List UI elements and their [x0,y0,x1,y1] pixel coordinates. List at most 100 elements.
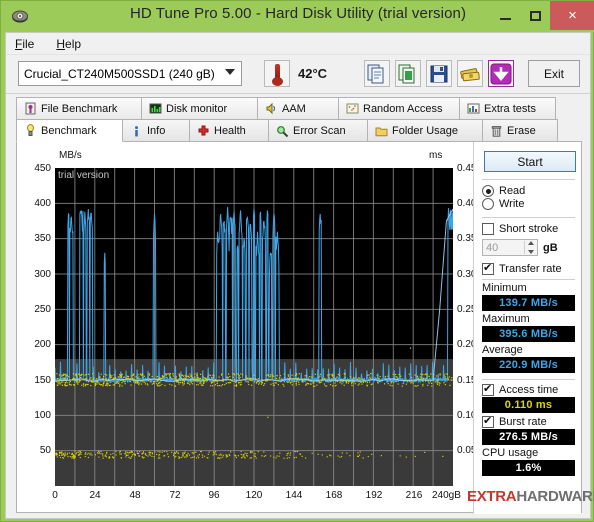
trial-watermark: trial version [58,170,110,181]
checkbox-transfer-rate-icon [482,261,494,275]
floppy-save-icon [430,65,448,83]
tab-erase[interactable]: Erase [482,119,558,142]
radio-write-label: Write [499,198,525,210]
short-stroke-row: 40 gB [482,239,575,256]
x-tick: 0 [52,490,58,501]
client-area: File Help Crucial_CT240M500SSD1 (240 gB)… [5,32,591,519]
y-tick-left: 450 [34,163,51,174]
tab-label: Extra tests [484,102,536,115]
tab-label: Health [214,125,246,137]
close-button[interactable]: × [550,1,594,30]
toolbar: Crucial_CT240M500SSD1 (240 gB) 42°C Exit [6,55,590,94]
x-tick: 48 [129,490,141,501]
maximum-value: 395.6 MB/s [482,326,575,342]
download-button[interactable] [488,60,514,87]
short-stroke-value: 40 [486,241,499,254]
burst-rate-value: 276.5 MB/s [482,429,575,445]
site-watermark: EXTRA HARDWARE [467,488,594,505]
radio-write-icon [482,198,494,210]
minimize-button[interactable] [490,1,520,30]
tab-folder-usage[interactable]: Folder Usage [367,119,483,142]
x-tick: 24 [89,490,101,501]
error-scan-icon [276,125,289,138]
tab-label: Random Access [363,102,443,115]
window-controls: × [490,1,594,32]
cpu-usage-value: 1.6% [482,460,575,476]
benchmark-icon [24,124,37,137]
burst-rate-label: Burst rate [499,416,547,428]
benchmark-panel: MB/s ms 450 400 350 300 250 200 150 100 … [16,141,582,514]
file-benchmark-icon [24,102,37,115]
tab-health[interactable]: Health [189,119,269,142]
short-stroke-label: Short stroke [499,223,559,235]
tab-disk-monitor[interactable]: Disk monitor [141,97,258,119]
y-tick-left: 250 [34,304,51,315]
x-tick: 216 [405,490,423,501]
plot-area: trial version [55,168,453,486]
benchmark-sidebar: Start Read Write Short stroke 40 gB ✔ Tr… [473,142,581,514]
tab-error-scan[interactable]: Error Scan [268,119,368,142]
maximum-label: Maximum [482,313,530,325]
watermark-part1: EXTRA [467,488,517,505]
menu-file[interactable]: File [15,37,34,51]
save-button[interactable] [426,60,452,87]
transfer-rate-label: Transfer rate [499,263,562,275]
short-stroke-unit: gB [543,241,558,254]
tab-strip-upper: File Benchmark Disk monitor AAM Random A… [16,97,582,119]
tab-info[interactable]: Info [122,119,190,142]
tab-label: Disk monitor [166,102,228,115]
divider [482,379,575,380]
money-button[interactable] [457,60,483,87]
extra-tests-icon [467,102,480,115]
radio-read[interactable]: Read [482,185,575,197]
x-tick: 144 [285,490,303,501]
copy-excel-button[interactable] [395,60,421,87]
checkbox-transfer-rate[interactable]: Transfer rate [482,261,575,275]
copy-button[interactable] [364,60,390,87]
menu-bar: File Help [6,33,590,55]
y-tick-left: 200 [34,339,51,350]
exit-button[interactable]: Exit [528,60,580,87]
x-tick: 192 [365,490,383,501]
y-axis-label-left: MB/s [59,150,82,161]
checkbox-access-time-icon [482,382,494,396]
tab-extra-tests[interactable]: Extra tests [459,97,556,119]
drive-select[interactable]: Crucial_CT240M500SSD1 (240 gB) [18,61,242,86]
random-access-icon [346,102,359,115]
watermark-part2: HARDWARE [516,488,594,505]
app-window: HD Tune Pro 5.00 - Hard Disk Utility (tr… [0,0,594,522]
y-tick-left: 150 [34,375,51,386]
menu-help[interactable]: Help [56,37,81,51]
radio-read-icon [482,185,494,197]
minimum-label: Minimum [482,282,527,294]
checkbox-access-time[interactable]: Access time [482,382,575,396]
tab-strip-lower: Benchmark Info Health Error Scan Folder … [16,119,582,142]
spinner-arrows-icon[interactable] [524,241,536,254]
short-stroke-input[interactable]: 40 [482,239,538,256]
trash-icon [490,125,503,138]
download-icon [490,63,512,85]
checkbox-burst-rate[interactable]: Burst rate [482,414,575,428]
radio-write[interactable]: Write [482,198,575,210]
tab-random-access[interactable]: Random Access [338,97,460,119]
maximize-button[interactable] [520,1,550,30]
divider [482,279,575,280]
minimum-value: 139.7 MB/s [482,295,575,311]
y-axis-label-right: ms [429,150,443,161]
temperature-indicator [264,60,290,87]
x-tick: 96 [208,490,220,501]
y-tick-left: 50 [39,445,51,456]
tab-label: Info [147,125,166,137]
checkbox-short-stroke[interactable]: Short stroke [482,223,575,235]
tab-label: Erase [507,125,536,137]
money-icon [460,68,480,82]
tab-benchmark[interactable]: Benchmark [16,119,123,142]
checkbox-short-stroke-icon [482,223,494,235]
y-tick-left: 400 [34,198,51,209]
tab-label: Folder Usage [392,125,459,137]
start-button[interactable]: Start [484,151,576,172]
tab-file-benchmark[interactable]: File Benchmark [16,97,142,119]
average-value: 220.9 MB/s [482,357,575,373]
divider [482,217,575,218]
tab-aam[interactable]: AAM [257,97,339,119]
